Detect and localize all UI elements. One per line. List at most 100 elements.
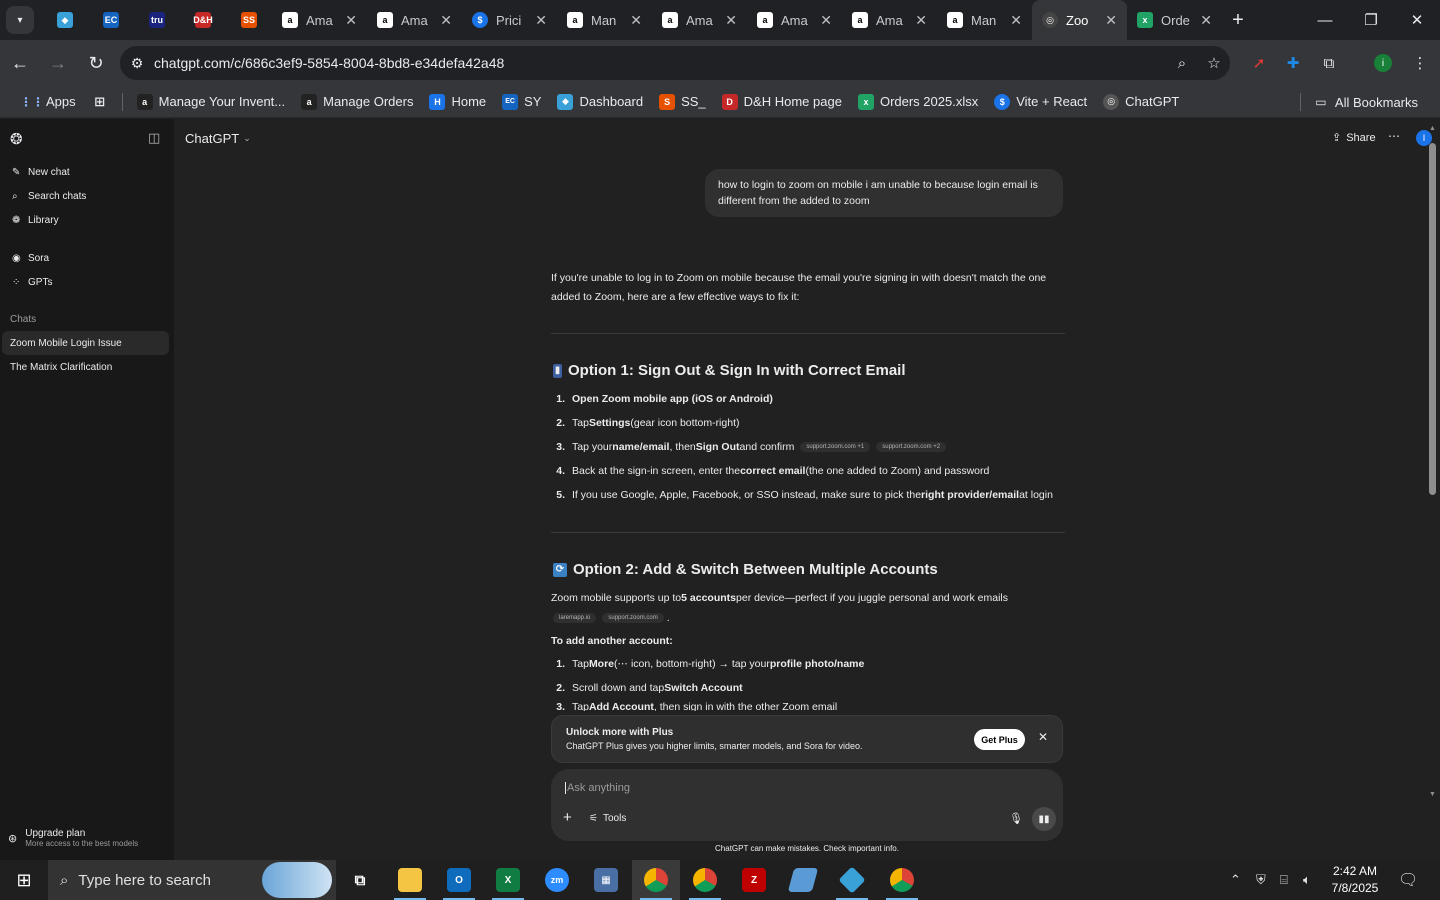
tools-button[interactable]: ⚟ Tools (589, 813, 626, 824)
scroll-up-icon[interactable]: ▲ (1429, 125, 1436, 132)
windows-start-icon[interactable]: ⊞ (0, 860, 48, 900)
bookmark-item[interactable]: D D&H Home page (714, 88, 850, 116)
filezilla-icon[interactable]: Z (730, 860, 778, 900)
sora-button[interactable]: ◉ Sora (4, 247, 170, 269)
citation-chip[interactable]: support.zoom.com (602, 613, 664, 623)
bookmark-item[interactable]: a Manage Orders (293, 88, 421, 116)
close-icon[interactable]: ✕ (1200, 12, 1212, 29)
upgrade-plan-button[interactable]: ⊛ Upgrade plan More access to the best m… (8, 828, 138, 848)
model-selector[interactable]: ChatGPT ⌄ (185, 131, 251, 146)
app-diamond-icon[interactable] (828, 860, 876, 900)
app-icon[interactable] (779, 860, 827, 900)
close-icon[interactable]: ✕ (915, 12, 927, 29)
prompt-input[interactable]: Ask anything (565, 782, 630, 794)
excel-icon[interactable]: X (484, 860, 532, 900)
close-icon[interactable]: ✕ (1105, 12, 1117, 29)
citation-chip[interactable]: laremapp.io (553, 613, 597, 623)
citation-chip[interactable]: support.zoom.com +1 (800, 442, 871, 452)
pinned-tab-5[interactable]: SS (226, 0, 272, 40)
notifications-icon[interactable]: 🗨︎ (1398, 860, 1418, 900)
chrome-alt-icon[interactable] (878, 860, 926, 900)
outlook-icon[interactable]: O (435, 860, 483, 900)
browser-tab[interactable]: x Orde ✕ (1127, 0, 1222, 40)
extensions-puzzle-icon[interactable]: ⧉ (1314, 48, 1344, 78)
extension-icon[interactable]: ➚ (1244, 48, 1274, 78)
minimize-button[interactable]: — (1302, 0, 1348, 40)
volume-icon[interactable]: 🔈︎ (1303, 860, 1311, 900)
all-bookmarks-button[interactable]: ▭ All Bookmarks (1292, 88, 1426, 116)
citation-chip[interactable]: support.zoom.com +2 (876, 442, 947, 452)
close-icon[interactable]: ✕ (440, 12, 452, 29)
chrome-icon[interactable] (632, 860, 680, 900)
menu-icon[interactable]: ⋮ (1405, 48, 1435, 78)
forward-button[interactable]: → (40, 45, 76, 81)
close-icon[interactable]: ✕ (820, 12, 832, 29)
scroll-down-icon[interactable]: ▼ (1429, 791, 1436, 798)
attach-plus-icon[interactable]: + (563, 809, 572, 826)
bookmark-item[interactable]: ◆ Dashboard (549, 88, 651, 116)
zoom-icon[interactable]: ⌕ (1166, 55, 1198, 72)
bookmark-item[interactable]: a Manage Your Invent... (129, 88, 293, 116)
message-composer[interactable]: Ask anything + ⚟ Tools 🎙︎ ▮▮ (551, 769, 1063, 841)
calculator-icon[interactable]: ▦ (582, 860, 630, 900)
extension-icon[interactable]: ✚ (1278, 48, 1308, 78)
browser-tab[interactable]: a Man ✕ (557, 0, 652, 40)
browser-tab[interactable]: a Ama ✕ (842, 0, 937, 40)
gpts-button[interactable]: ⁘ GPTs (4, 271, 170, 293)
pinned-tab-4[interactable]: D&H (180, 0, 226, 40)
get-plus-button[interactable]: Get Plus (974, 729, 1025, 750)
tab-search-button[interactable]: ▾ (6, 6, 34, 34)
new-chat-button[interactable]: ✎ New chat (4, 161, 170, 183)
zoom-app-icon[interactable]: zm (533, 860, 581, 900)
chrome-profile-icon[interactable] (681, 860, 729, 900)
pinned-tab-1[interactable]: ◆ (42, 0, 88, 40)
search-chats-button[interactable]: ⌕ Search chats (4, 185, 170, 207)
scrollbar-thumb[interactable] (1429, 143, 1436, 495)
taskbar-search[interactable]: ⌕ Type here to search (48, 860, 336, 900)
close-icon[interactable]: ✕ (725, 12, 737, 29)
browser-tab[interactable]: a Ama ✕ (652, 0, 747, 40)
share-button[interactable]: ⇪ Share (1332, 131, 1376, 145)
network-icon[interactable]: ⌸ (1280, 860, 1288, 900)
browser-tab[interactable]: a Ama ✕ (367, 0, 462, 40)
close-icon[interactable]: ✕ (1010, 12, 1022, 29)
bookmark-apps[interactable]: ⋮⋮ Apps (16, 88, 84, 116)
pinned-tab-3[interactable]: tru (134, 0, 180, 40)
browser-tab[interactable]: a Ama ✕ (272, 0, 367, 40)
browser-tab[interactable]: a Man ✕ (937, 0, 1032, 40)
sidebar-chat-item[interactable]: The Matrix Clarification (2, 355, 169, 379)
browser-tab[interactable]: $ Prici ✕ (462, 0, 557, 40)
bookmark-item[interactable]: ◎ ChatGPT (1095, 88, 1187, 116)
system-clock[interactable]: 2:42 AM 7/8/2025 (1320, 863, 1390, 897)
bookmark-item[interactable]: $ Vite + React (986, 88, 1095, 116)
bookmark-star-icon[interactable]: ☆ (1198, 54, 1230, 72)
chatgpt-logo-icon[interactable]: ❂ (10, 130, 23, 148)
library-button[interactable]: ❁ Library (4, 209, 170, 231)
voice-mode-icon[interactable]: ▮▮ (1032, 807, 1056, 831)
browser-tab-active[interactable]: ◎ Zoo ✕ (1032, 0, 1127, 40)
close-icon[interactable]: ✕ (1038, 730, 1048, 744)
close-window-button[interactable]: ✕ (1394, 0, 1440, 40)
tray-security-icon[interactable]: ⛨ (1256, 860, 1266, 900)
more-options-icon[interactable]: ⋯ (1388, 129, 1400, 143)
site-info-icon[interactable]: ⚙ (120, 55, 154, 72)
sidebar-toggle-icon[interactable]: ◫ (148, 130, 160, 146)
bookmark-item[interactable]: H Home (421, 88, 494, 116)
reload-button[interactable]: ↻ (78, 45, 114, 81)
bookmark-item[interactable]: EC SY (494, 88, 549, 116)
new-tab-button[interactable]: + (1222, 4, 1254, 36)
profile-avatar[interactable]: i (1368, 48, 1398, 78)
tray-expand-icon[interactable]: ⌃ (1230, 860, 1241, 900)
address-bar[interactable]: ⚙ chatgpt.com/c/686c3ef9-5854-8004-8bd8-… (120, 46, 1230, 80)
microphone-icon[interactable]: 🎙︎ (1009, 812, 1023, 825)
bookmark-item[interactable]: x Orders 2025.xlsx (850, 88, 986, 116)
browser-tab[interactable]: a Ama ✕ (747, 0, 842, 40)
maximize-button[interactable]: ❐ (1348, 0, 1394, 40)
url-text[interactable]: chatgpt.com/c/686c3ef9-5854-8004-8bd8-e3… (154, 55, 1166, 71)
close-icon[interactable]: ✕ (630, 12, 642, 29)
bookmark-item[interactable]: S SS_ (651, 88, 714, 116)
sidebar-chat-item[interactable]: Zoom Mobile Login Issue (2, 331, 169, 355)
task-view-icon[interactable]: ⧉ (336, 860, 384, 900)
close-icon[interactable]: ✕ (345, 12, 357, 29)
file-explorer-icon[interactable] (386, 860, 434, 900)
